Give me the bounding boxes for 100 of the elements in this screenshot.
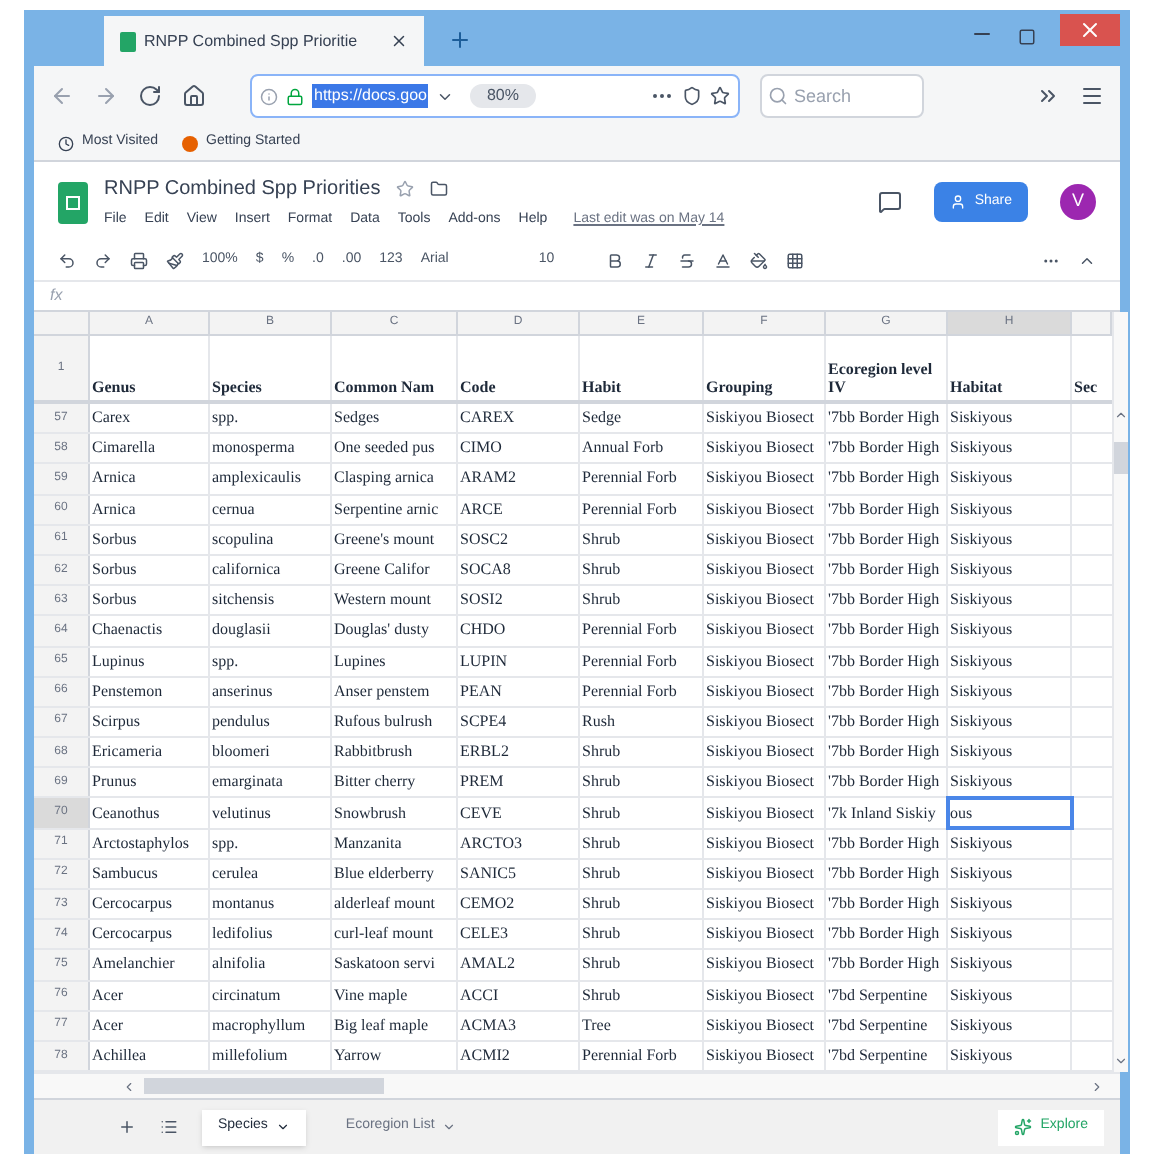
comment-icon[interactable] xyxy=(878,190,903,214)
bold-icon[interactable] xyxy=(606,252,625,270)
table-cell: Siskiyous xyxy=(948,859,1072,888)
vertical-scrollbar[interactable] xyxy=(1112,312,1128,1073)
redo-icon[interactable] xyxy=(94,252,112,270)
table-cell: Shrub xyxy=(580,586,704,615)
table-cell: Saskatoon servi xyxy=(332,950,458,980)
table-cell: circinatum xyxy=(210,981,332,1010)
table-cell: velutinus xyxy=(210,798,332,828)
table-cell: Siskiyou Biosect xyxy=(704,829,826,858)
table-cell: Siskiyous xyxy=(948,434,1072,463)
address-bar[interactable]: https://docs.goo 80% xyxy=(250,74,740,118)
table-cell: '7bb Border High xyxy=(826,647,948,676)
scroll-thumb[interactable] xyxy=(1114,442,1128,474)
document-title[interactable]: RNPP Combined Spp Priorities xyxy=(104,173,381,204)
table-cell: ledifolius xyxy=(210,920,332,949)
text-color-icon[interactable] xyxy=(714,252,733,270)
table-cell: Siskiyous xyxy=(948,981,1072,1010)
scroll-down-icon[interactable] xyxy=(1114,1054,1128,1069)
table-cell: anserinus xyxy=(210,677,332,706)
table-cell: emarginata xyxy=(210,768,332,797)
table-cell: ARCE xyxy=(458,495,580,524)
table-cell: cernua xyxy=(210,495,332,524)
table-cell: SOSC2 xyxy=(458,525,580,554)
header-cell: Genus xyxy=(90,336,210,400)
table-cell: Shrub xyxy=(580,768,704,797)
table-cell: Siskiyous xyxy=(948,1011,1072,1040)
table-cell: alderleaf mount xyxy=(332,890,458,919)
fill-color-icon[interactable] xyxy=(750,252,769,270)
header-cell: Code xyxy=(458,336,580,400)
table-cell: pendulus xyxy=(210,707,332,737)
collapse-icon[interactable] xyxy=(1078,252,1096,270)
table-cell: Siskiyous xyxy=(948,920,1072,949)
browser-tab[interactable]: RNPP Combined Spp Prioritie xyxy=(104,16,424,66)
home-icon[interactable] xyxy=(182,84,206,108)
table-cell: SOSI2 xyxy=(458,586,580,615)
person-icon xyxy=(950,194,967,210)
scroll-left-icon[interactable] xyxy=(122,1079,136,1094)
add-sheet-icon[interactable] xyxy=(118,1118,136,1137)
overflow-icon[interactable] xyxy=(1036,84,1060,108)
header-cell: Ecoregion level IV xyxy=(826,336,948,400)
star-icon[interactable] xyxy=(396,179,415,198)
close-window-button[interactable] xyxy=(1060,14,1120,46)
reload-icon[interactable] xyxy=(138,84,162,108)
table-cell: macrophyllum xyxy=(210,1011,332,1040)
table-cell: Perennial Forb xyxy=(580,1041,704,1071)
table-cell: Siskiyous xyxy=(948,890,1072,919)
borders-icon[interactable] xyxy=(786,252,805,270)
table-cell: Siskiyou Biosect xyxy=(704,647,826,676)
table-cell: Perennial Forb xyxy=(580,677,704,706)
table-cell: Snowbrush xyxy=(332,798,458,828)
table-cell: ARAM2 xyxy=(458,464,580,494)
zoom-level[interactable]: 80% xyxy=(470,84,535,108)
table-cell: Penstemon xyxy=(90,677,210,706)
strikethrough-icon[interactable] xyxy=(678,252,697,270)
table-cell: californica xyxy=(210,555,332,585)
table-cell: Shrub xyxy=(580,525,704,554)
table-cell: Sorbus xyxy=(90,525,210,554)
table-cell: Carex xyxy=(90,404,210,433)
table-cell: Blue elderberry xyxy=(332,859,458,888)
table-cell: '7bd Serpentine xyxy=(826,1011,948,1040)
search-field[interactable]: Search xyxy=(760,74,924,118)
table-cell: '7bd Serpentine xyxy=(826,1041,948,1071)
search-icon xyxy=(768,86,788,106)
table-cell: Arctostaphylos xyxy=(90,829,210,858)
table-cell: Annual Forb xyxy=(580,434,704,463)
sheet-list-icon[interactable] xyxy=(160,1118,178,1137)
table-cell: '7bb Border High xyxy=(826,738,948,767)
table-cell: '7bb Border High xyxy=(826,464,948,494)
avatar[interactable]: V xyxy=(1060,184,1096,220)
sheets-logo xyxy=(58,181,88,223)
table-cell: Siskiyous xyxy=(948,464,1072,494)
scroll-thumb[interactable] xyxy=(144,1078,384,1095)
menu-icon[interactable] xyxy=(1080,84,1104,108)
clock-icon xyxy=(58,135,74,151)
folder-icon[interactable] xyxy=(430,179,449,198)
url-text: https://docs.goo xyxy=(312,84,429,108)
table-cell: Siskiyous xyxy=(948,768,1072,797)
table-cell: curl-leaf mount xyxy=(332,920,458,949)
star-icon[interactable] xyxy=(710,86,730,106)
italic-icon[interactable] xyxy=(642,252,661,270)
table-cell: CIMO xyxy=(458,434,580,463)
undo-icon[interactable] xyxy=(58,252,76,270)
table-cell: cerulea xyxy=(210,859,332,888)
table-cell: ERBL2 xyxy=(458,738,580,767)
horizontal-scrollbar[interactable] xyxy=(34,1072,1120,1099)
table-cell: '7bb Border High xyxy=(826,859,948,888)
print-icon[interactable] xyxy=(130,252,148,270)
scroll-up-icon[interactable] xyxy=(1114,408,1128,422)
table-cell: One seeded pus xyxy=(332,434,458,463)
paint-format-icon[interactable] xyxy=(166,252,184,270)
close-icon[interactable] xyxy=(390,32,408,50)
table-cell: Lupinus xyxy=(90,647,210,676)
shield-icon[interactable] xyxy=(682,86,702,106)
table-cell: Arnica xyxy=(90,464,210,494)
new-tab-icon[interactable] xyxy=(448,28,472,52)
maximize-icon[interactable] xyxy=(1018,28,1036,46)
table-cell: montanus xyxy=(210,890,332,919)
scroll-right-icon[interactable] xyxy=(1090,1079,1104,1094)
table-cell: monosperma xyxy=(210,434,332,463)
